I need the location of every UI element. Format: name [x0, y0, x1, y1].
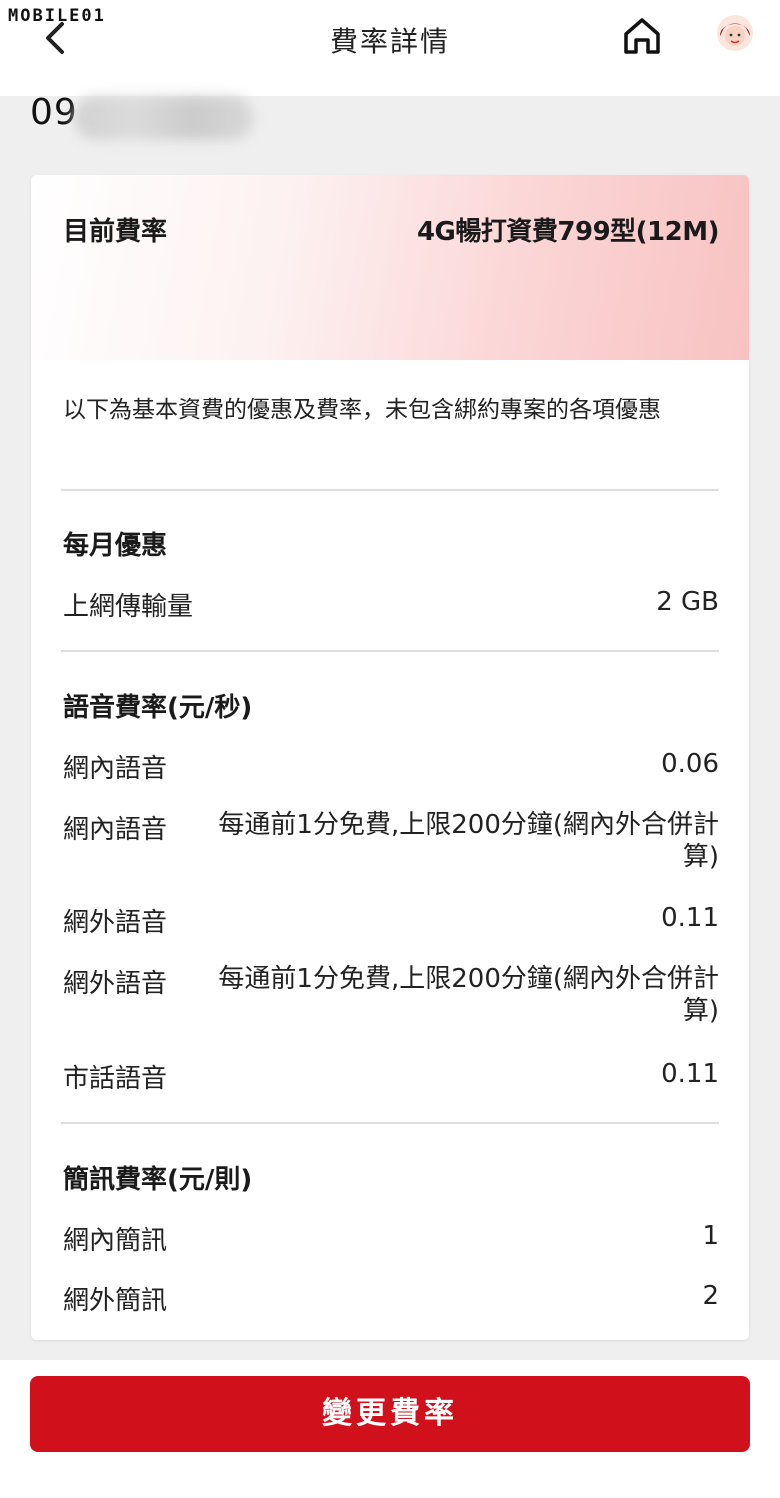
- onnet-voice-label: 網內語音: [63, 754, 168, 784]
- offnet-sms-label: 網外簡訊: [63, 1286, 168, 1316]
- offnet-voice-promo-label: 網外語音: [63, 969, 168, 999]
- phone-number-redaction: [74, 96, 254, 140]
- onnet-sms-label: 網內簡訊: [63, 1226, 168, 1256]
- divider: [61, 650, 719, 652]
- divider: [61, 489, 719, 491]
- sms-rate-title: 簡訊費率(元/則): [63, 1165, 253, 1195]
- avatar-icon: [717, 15, 753, 51]
- current-plan-banner: 目前費率 4G暢打資費799型(12M): [31, 175, 749, 360]
- offnet-voice-promo-value: 每通前1分免費,上限200分鐘(網內外合併計算): [218, 964, 719, 1026]
- top-header: MOBILE01 費率詳情: [0, 0, 780, 96]
- divider: [61, 1122, 719, 1124]
- data-allowance-value: 2 GB: [656, 587, 719, 617]
- onnet-sms-value: 1: [702, 1221, 719, 1251]
- onnet-voice-promo-label: 網內語音: [63, 815, 168, 845]
- change-plan-button[interactable]: 變更費率: [30, 1376, 750, 1452]
- avatar[interactable]: [716, 14, 754, 52]
- data-allowance-label: 上網傳輸量: [63, 592, 194, 622]
- home-button[interactable]: [622, 16, 662, 56]
- landline-voice-label: 市話語音: [63, 1064, 168, 1094]
- current-plan-label: 目前費率: [63, 217, 168, 247]
- disclaimer-note: 以下為基本資費的優惠及費率，未包含綁約專案的各項優惠: [63, 397, 661, 423]
- page-title: 費率詳情: [329, 25, 450, 58]
- monthly-title: 每月優惠: [63, 531, 168, 561]
- offnet-voice-value: 0.11: [661, 903, 719, 933]
- onnet-voice-promo-value: 每通前1分免費,上限200分鐘(網內外合併計算): [218, 810, 719, 872]
- voice-rate-title: 語音費率(元/秒): [63, 693, 253, 723]
- rate-details-card: 目前費率 4G暢打資費799型(12M) 以下為基本資費的優惠及費率，未包含綁約…: [31, 175, 749, 1340]
- phone-number: 09: [30, 92, 78, 133]
- current-plan-value: 4G暢打資費799型(12M): [416, 217, 720, 247]
- offnet-sms-value: 2: [702, 1281, 719, 1311]
- offnet-voice-label: 網外語音: [63, 908, 168, 938]
- onnet-voice-value: 0.06: [661, 749, 719, 779]
- landline-voice-value: 0.11: [661, 1059, 719, 1089]
- home-icon: [624, 18, 660, 54]
